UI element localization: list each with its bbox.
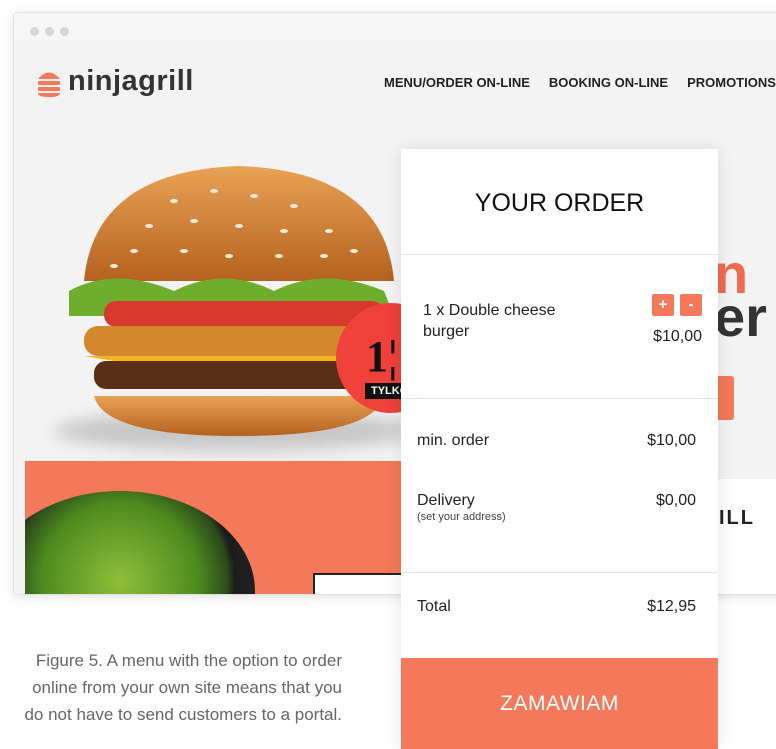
increase-quantity-button[interactable]: + bbox=[652, 294, 674, 316]
divider bbox=[401, 572, 718, 573]
nav-promotions[interactable]: PROMOTIONS bbox=[687, 75, 776, 90]
nav-menu-order[interactable]: MENU/ORDER ON-LINE bbox=[384, 75, 530, 90]
section-title: ILL bbox=[719, 507, 755, 529]
divider bbox=[401, 254, 718, 255]
total-label: Total bbox=[417, 598, 451, 615]
order-item-name: 1 x Double cheese burger bbox=[423, 302, 556, 340]
figure-caption: Figure 5. A menu with the option to orde… bbox=[24, 651, 342, 724]
delivery-label: Delivery bbox=[417, 492, 475, 509]
salad-sign bbox=[313, 573, 405, 594]
site-logo[interactable]: ninjagrill bbox=[36, 65, 194, 98]
delivery-address-link[interactable]: (set your address) bbox=[417, 511, 506, 523]
divider bbox=[401, 398, 718, 399]
order-panel: YOUR ORDER 1 x Double cheese burger + - … bbox=[401, 149, 718, 749]
main-nav: MENU/ORDER ON-LINE BOOKING ON-LINE PROMO… bbox=[384, 75, 776, 90]
window-dot-icon[interactable] bbox=[45, 27, 54, 36]
min-order-label: min. order bbox=[417, 432, 490, 449]
logo-text: ninjagrill bbox=[68, 65, 194, 97]
total-value: $12,95 bbox=[647, 598, 696, 615]
badge-price: 1¦ bbox=[366, 332, 398, 381]
browser-titlebar bbox=[14, 13, 776, 41]
order-title: YOUR ORDER bbox=[474, 189, 645, 217]
salad-banner bbox=[25, 461, 405, 594]
decrease-quantity-button[interactable]: - bbox=[680, 294, 702, 316]
salad-image bbox=[25, 491, 255, 594]
submit-order-button[interactable]: ZAMAWIAM bbox=[401, 658, 718, 749]
delivery-value: $0,00 bbox=[655, 492, 696, 509]
min-order-value: $10,00 bbox=[647, 432, 696, 449]
order-item-price: $10,00 bbox=[653, 328, 702, 345]
window-dot-icon[interactable] bbox=[30, 27, 39, 36]
hero-headline-part2: er bbox=[714, 285, 767, 348]
burger-logo-icon bbox=[38, 72, 60, 97]
nav-booking[interactable]: BOOKING ON-LINE bbox=[549, 75, 668, 90]
window-dot-icon[interactable] bbox=[60, 27, 69, 36]
